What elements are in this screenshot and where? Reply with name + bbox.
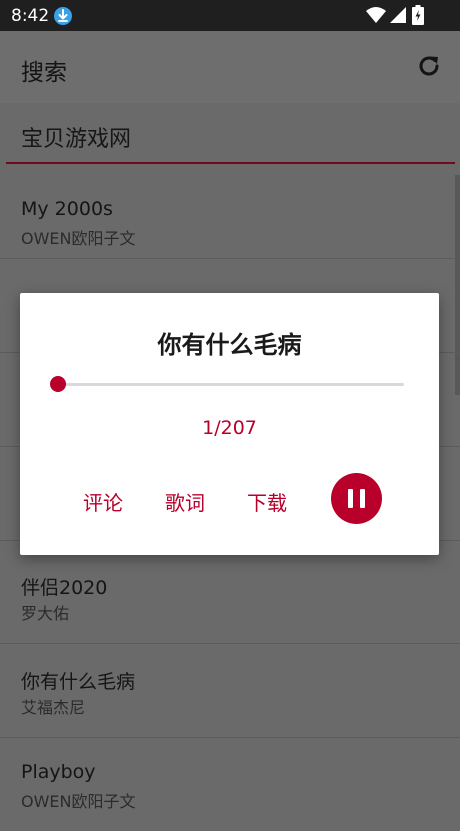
status-time: 8:42 xyxy=(11,6,50,26)
list-item[interactable]: My 2000s OWEN欧阳子文 xyxy=(0,164,460,259)
song-artist: 艾福杰尼 xyxy=(21,698,86,717)
song-artist: 罗大佑 xyxy=(21,604,70,623)
page-title: 搜索 xyxy=(21,60,67,86)
song-title: My 2000s xyxy=(21,198,113,220)
download-notification-icon xyxy=(54,7,72,25)
download-button[interactable]: 下载 xyxy=(247,487,287,516)
song-title: 伴侣2020 xyxy=(21,577,108,599)
song-artist: OWEN欧阳子文 xyxy=(21,229,136,248)
song-artist: OWEN欧阳子文 xyxy=(21,792,136,811)
list-item[interactable]: 你有什么毛病 艾福杰尼 xyxy=(0,643,460,738)
battery-charging-icon xyxy=(412,5,424,25)
song-title: Playboy xyxy=(21,761,96,783)
list-item[interactable]: 伴侣2020 罗大佑 xyxy=(0,549,460,644)
song-title: 你有什么毛病 xyxy=(21,671,136,693)
progress-slider-thumb[interactable] xyxy=(50,376,66,392)
comments-button[interactable]: 评论 xyxy=(83,487,123,516)
dialog-song-title: 你有什么毛病 xyxy=(157,331,302,359)
refresh-icon[interactable] xyxy=(414,51,444,81)
pause-button[interactable] xyxy=(331,473,382,524)
app-bar: 搜索 xyxy=(0,31,460,103)
lyrics-button[interactable]: 歌词 xyxy=(165,487,205,516)
status-bar: 8:42 xyxy=(0,0,460,31)
progress-slider-track[interactable] xyxy=(58,383,404,386)
list-item[interactable]: Playboy OWEN欧阳子文 xyxy=(0,737,460,831)
search-input[interactable] xyxy=(21,124,441,149)
progress-text: 1/207 xyxy=(202,417,257,439)
player-dialog: 你有什么毛病 1/207 评论 歌词 下载 xyxy=(20,293,439,555)
signal-icon xyxy=(390,7,406,23)
wifi-icon xyxy=(366,7,386,23)
